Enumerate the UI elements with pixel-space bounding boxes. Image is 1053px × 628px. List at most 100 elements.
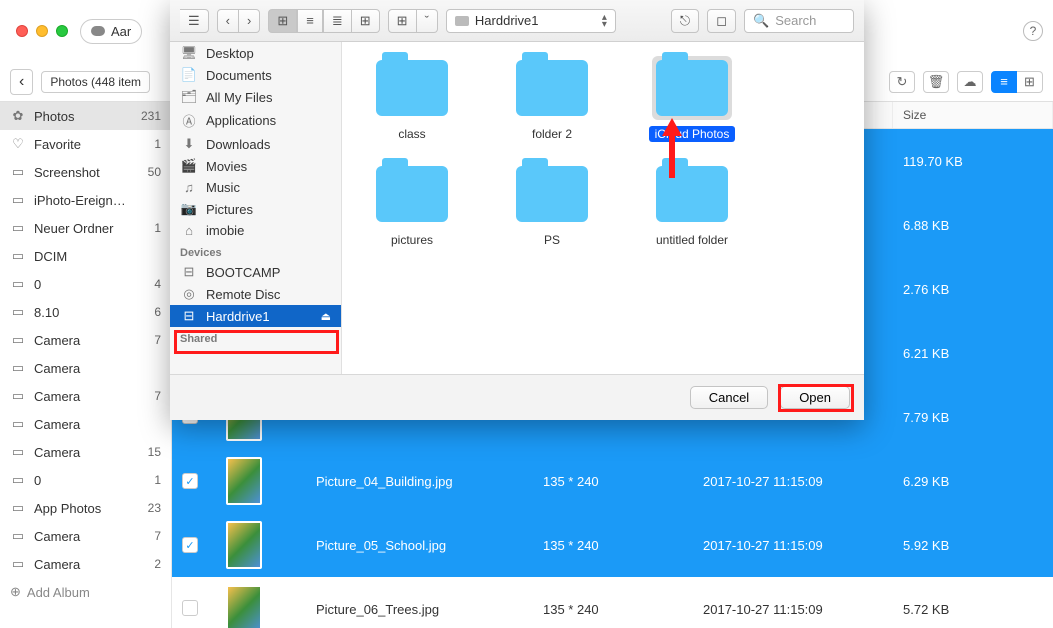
grid-view-icon[interactable]: ⊞ bbox=[1017, 71, 1043, 93]
cancel-button[interactable]: Cancel bbox=[690, 386, 768, 409]
sidebar-item[interactable]: ▭ 0 4 bbox=[0, 270, 171, 298]
sidebar-item-label: Camera bbox=[34, 389, 146, 404]
icon-view-icon[interactable] bbox=[268, 9, 297, 33]
account-pill[interactable]: Aar bbox=[80, 19, 142, 44]
path-selector[interactable]: Harddrive1 ▴▾ bbox=[446, 9, 616, 33]
sidebar-item[interactable]: ▭ DCIM bbox=[0, 242, 171, 270]
favorite-item[interactable]: 🎬 Movies bbox=[170, 155, 341, 177]
folder-label: untitled folder bbox=[650, 232, 734, 248]
folder-item[interactable]: folder 2 bbox=[502, 56, 602, 142]
search-placeholder: Search bbox=[775, 13, 816, 28]
arrange-group[interactable]: ˇ bbox=[388, 9, 438, 33]
file-dimensions: 135 * 240 bbox=[533, 538, 693, 553]
sidebar-item-count: 7 bbox=[154, 333, 161, 347]
open-file-dialog: ‹ › ˇ Harddrive1 ▴▾ ⎋ ◻ 🔍 Search 🖥 Deskt… bbox=[170, 0, 864, 420]
folder-item[interactable]: pictures bbox=[362, 162, 462, 248]
device-item[interactable]: ◎ Remote Disc bbox=[170, 283, 341, 305]
sidebar-toggle[interactable] bbox=[180, 9, 209, 33]
thumbnail-icon bbox=[226, 521, 262, 569]
table-row[interactable]: ✓ Picture_04_Building.jpg 135 * 240 2017… bbox=[172, 449, 1053, 513]
location-label: Remote Disc bbox=[206, 287, 280, 302]
open-button[interactable]: Open bbox=[780, 386, 850, 409]
column-view-icon[interactable] bbox=[323, 9, 352, 33]
list-view-icon[interactable] bbox=[297, 9, 323, 33]
file-name: Picture_06_Trees.jpg bbox=[306, 602, 533, 617]
sidebar-item[interactable]: ▭ Camera bbox=[0, 354, 171, 382]
sidebar-item[interactable]: ▭ 8.10 6 bbox=[0, 298, 171, 326]
back-button[interactable] bbox=[10, 69, 33, 95]
favorite-item[interactable]: ♫ Music bbox=[170, 177, 341, 198]
list-view-icon[interactable]: ≡ bbox=[991, 71, 1017, 93]
file-size: 6.88 KB bbox=[893, 218, 1053, 233]
folder-icon bbox=[516, 60, 588, 116]
row-checkbox[interactable]: ✓ bbox=[182, 537, 198, 553]
table-row[interactable]: Picture_06_Trees.jpg 135 * 240 2017-10-2… bbox=[172, 577, 1053, 628]
sidebar-item[interactable]: ▭ Camera bbox=[0, 410, 171, 438]
size-column-label[interactable]: Size bbox=[893, 102, 1053, 128]
close-icon[interactable] bbox=[16, 25, 28, 37]
file-name: Picture_05_School.jpg bbox=[306, 538, 533, 553]
folder-item[interactable]: PS bbox=[502, 162, 602, 248]
file-date: 2017-10-27 11:15:09 bbox=[693, 602, 893, 617]
app-sidebar: ✿ Photos 231♡ Favorite 1▭ Screenshot 50▭… bbox=[0, 102, 172, 628]
favorite-item[interactable]: 📷 Pictures bbox=[170, 198, 341, 220]
share-icon[interactable]: ⎋ bbox=[671, 9, 699, 33]
folder-icon bbox=[376, 60, 448, 116]
device-item[interactable]: ⊟ BOOTCAMP bbox=[170, 261, 341, 283]
thumbnail-icon bbox=[226, 585, 262, 628]
favorite-item[interactable]: 🖥 Desktop bbox=[170, 42, 341, 64]
folder-label: folder 2 bbox=[526, 126, 578, 142]
dialog-footer: Cancel Open bbox=[170, 374, 864, 420]
sidebar-item[interactable]: ▭ 0 1 bbox=[0, 466, 171, 494]
back-icon[interactable]: ‹ bbox=[217, 9, 239, 33]
forward-icon[interactable]: › bbox=[239, 9, 260, 33]
thumbnail-icon bbox=[226, 457, 262, 505]
trash-icon[interactable]: 🗑 bbox=[923, 71, 949, 93]
favorite-item[interactable]: ⌂ imobie bbox=[170, 220, 341, 241]
sidebar-item[interactable]: ▭ App Photos 23 bbox=[0, 494, 171, 522]
search-input[interactable]: 🔍 Search bbox=[744, 9, 854, 33]
breadcrumb[interactable]: Photos (448 item bbox=[41, 71, 150, 93]
row-checkbox[interactable] bbox=[182, 600, 198, 616]
favorite-item[interactable]: Ⓐ Applications bbox=[170, 108, 341, 133]
sidebar-item[interactable]: ▭ Camera 15 bbox=[0, 438, 171, 466]
cloud-sync-icon[interactable]: ☁ bbox=[957, 71, 983, 93]
folder-icon bbox=[516, 166, 588, 222]
device-item[interactable]: ⊟ Harddrive1 ⏏ bbox=[170, 305, 341, 327]
sidebar-item[interactable]: ▭ Camera 7 bbox=[0, 522, 171, 550]
file-size: 5.72 KB bbox=[893, 602, 1053, 617]
sidebar-item[interactable]: ▭ Camera 7 bbox=[0, 326, 171, 354]
add-album-button[interactable]: ⊕Add Album bbox=[0, 578, 171, 606]
help-icon[interactable]: ? bbox=[1023, 21, 1043, 41]
folder-item[interactable]: iCloud Photos bbox=[642, 56, 742, 142]
location-icon: 🎬 bbox=[180, 158, 198, 174]
sidebar-item-label: 0 bbox=[34, 473, 146, 488]
favorite-item[interactable]: 🗂 All My Files bbox=[170, 86, 341, 108]
table-row[interactable]: ✓ Picture_05_School.jpg 135 * 240 2017-1… bbox=[172, 513, 1053, 577]
eject-icon[interactable]: ⏏ bbox=[321, 310, 331, 323]
sidebar-item-label: Neuer Ordner bbox=[34, 221, 146, 236]
sidebar-item-label: Favorite bbox=[34, 137, 146, 152]
gallery-view-icon[interactable] bbox=[352, 9, 380, 33]
row-checkbox[interactable]: ✓ bbox=[182, 473, 198, 489]
favorite-item[interactable]: ⬇ Downloads bbox=[170, 133, 341, 155]
sidebar-item[interactable]: ✿ Photos 231 bbox=[0, 102, 171, 130]
folder-item[interactable]: untitled folder bbox=[642, 162, 742, 248]
folder-item[interactable]: class bbox=[362, 56, 462, 142]
sidebar-item[interactable]: ♡ Favorite 1 bbox=[0, 130, 171, 158]
sidebar-item-count: 50 bbox=[148, 165, 161, 179]
sidebar-item[interactable]: ▭ Camera 7 bbox=[0, 382, 171, 410]
zoom-icon[interactable] bbox=[56, 25, 68, 37]
nav-buttons: ‹ › bbox=[217, 9, 261, 33]
favorite-item[interactable]: 📄 Documents bbox=[170, 64, 341, 86]
sidebar-item-count: 7 bbox=[154, 529, 161, 543]
sidebar-item[interactable]: ▭ iPhoto-Ereign… bbox=[0, 186, 171, 214]
minimize-icon[interactable] bbox=[36, 25, 48, 37]
sidebar-item[interactable]: ▭ Screenshot 50 bbox=[0, 158, 171, 186]
album-icon: ♡ bbox=[10, 136, 26, 152]
sidebar-item[interactable]: ▭ Neuer Ordner 1 bbox=[0, 214, 171, 242]
sidebar-item[interactable]: ▭ Camera 2 bbox=[0, 550, 171, 578]
tags-icon[interactable]: ◻ bbox=[707, 9, 736, 33]
sidebar-item-count: 1 bbox=[154, 221, 161, 235]
refresh-icon[interactable]: ↻ bbox=[889, 71, 915, 93]
